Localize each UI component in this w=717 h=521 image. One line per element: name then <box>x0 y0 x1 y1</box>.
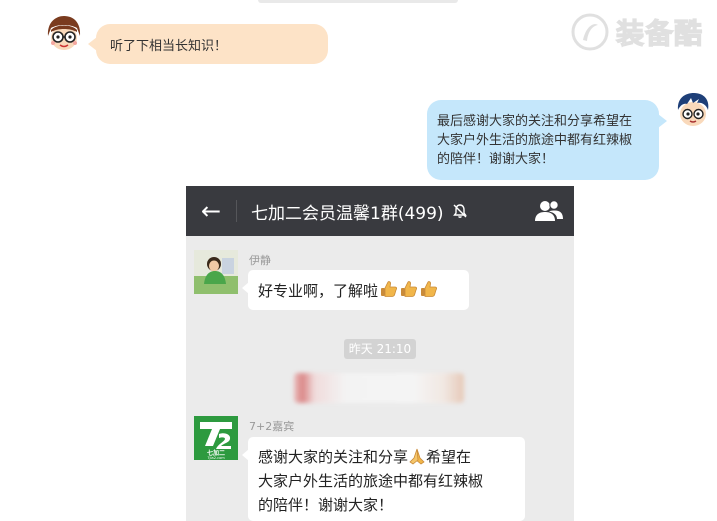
message-bubble: 好专业啊，了解啦 <box>242 270 469 310</box>
right-message-bubble: 最后感谢大家的关注和分享希望在 大家户外生活的旅途中都有红辣椒 的陪伴！谢谢大家… <box>427 100 667 180</box>
chat-title: 七加二会员温馨1群(499) <box>251 203 444 224</box>
back-arrow-icon[interactable]: ← <box>186 197 236 225</box>
watermark-text: 装备酷 <box>615 16 704 50</box>
mute-bell-icon <box>452 204 467 218</box>
message-line: 的陪伴！谢谢大家！ <box>258 496 394 514</box>
girl-avatar-icon <box>44 14 84 54</box>
blurred-message <box>294 373 464 403</box>
watermark: 装备酷 <box>570 10 703 54</box>
folded-hands-icon <box>409 448 425 465</box>
user-photo-icon <box>194 250 238 294</box>
message-text: 好专业啊，了解啦 <box>258 282 379 300</box>
sender-avatar-yijing[interactable] <box>194 250 238 294</box>
wechat-screenshot: ← 七加二会员温馨1群(499) 伊静 好专业啊，了解啦 昨天 21:10 七加… <box>186 186 574 521</box>
thumbs-up-icon <box>381 281 398 297</box>
sender-name: 伊静 <box>249 254 271 267</box>
swirl-logo-icon <box>571 13 609 51</box>
timestamp-label: 昨天 21:10 <box>344 339 416 359</box>
left-message-text: 听了下相当长知识！ <box>110 38 228 54</box>
left-message-bubble: 听了下相当长知识！ <box>88 24 328 64</box>
boy-avatar[interactable] <box>673 90 713 130</box>
right-message-line-2: 大家户外生活的旅途中都有红辣椒 <box>437 133 633 148</box>
boy-avatar-icon <box>673 90 713 130</box>
thumbs-up-icon <box>421 281 438 297</box>
svg-text:7jia2.com: 7jia2.com <box>207 456 225 460</box>
sender-name: 7+2嘉宾 <box>249 420 295 433</box>
thumbs-up-icon <box>401 281 418 297</box>
message-line: 感谢大家的关注和分享 希望在 <box>258 448 472 466</box>
titlebar-divider <box>236 200 237 222</box>
top-divider <box>258 0 458 3</box>
message-line: 大家户外生活的旅途中都有红辣椒 <box>258 472 484 490</box>
group-members-icon[interactable] <box>534 199 564 223</box>
right-message-line-3: 的陪伴！谢谢大家！ <box>437 152 555 167</box>
girl-avatar[interactable] <box>44 14 84 54</box>
qijiaer-logo-icon: 七加二 7jia2.com <box>194 416 238 460</box>
sender-avatar-7plus2[interactable]: 七加二 7jia2.com <box>194 416 238 460</box>
right-message-line-1: 最后感谢大家的关注和分享希望在 <box>437 114 633 129</box>
chat-titlebar: ← 七加二会员温馨1群(499) <box>186 186 574 236</box>
message-bubble: 感谢大家的关注和分享 希望在 大家户外生活的旅途中都有红辣椒 的陪伴！谢谢大家！ <box>242 437 525 521</box>
